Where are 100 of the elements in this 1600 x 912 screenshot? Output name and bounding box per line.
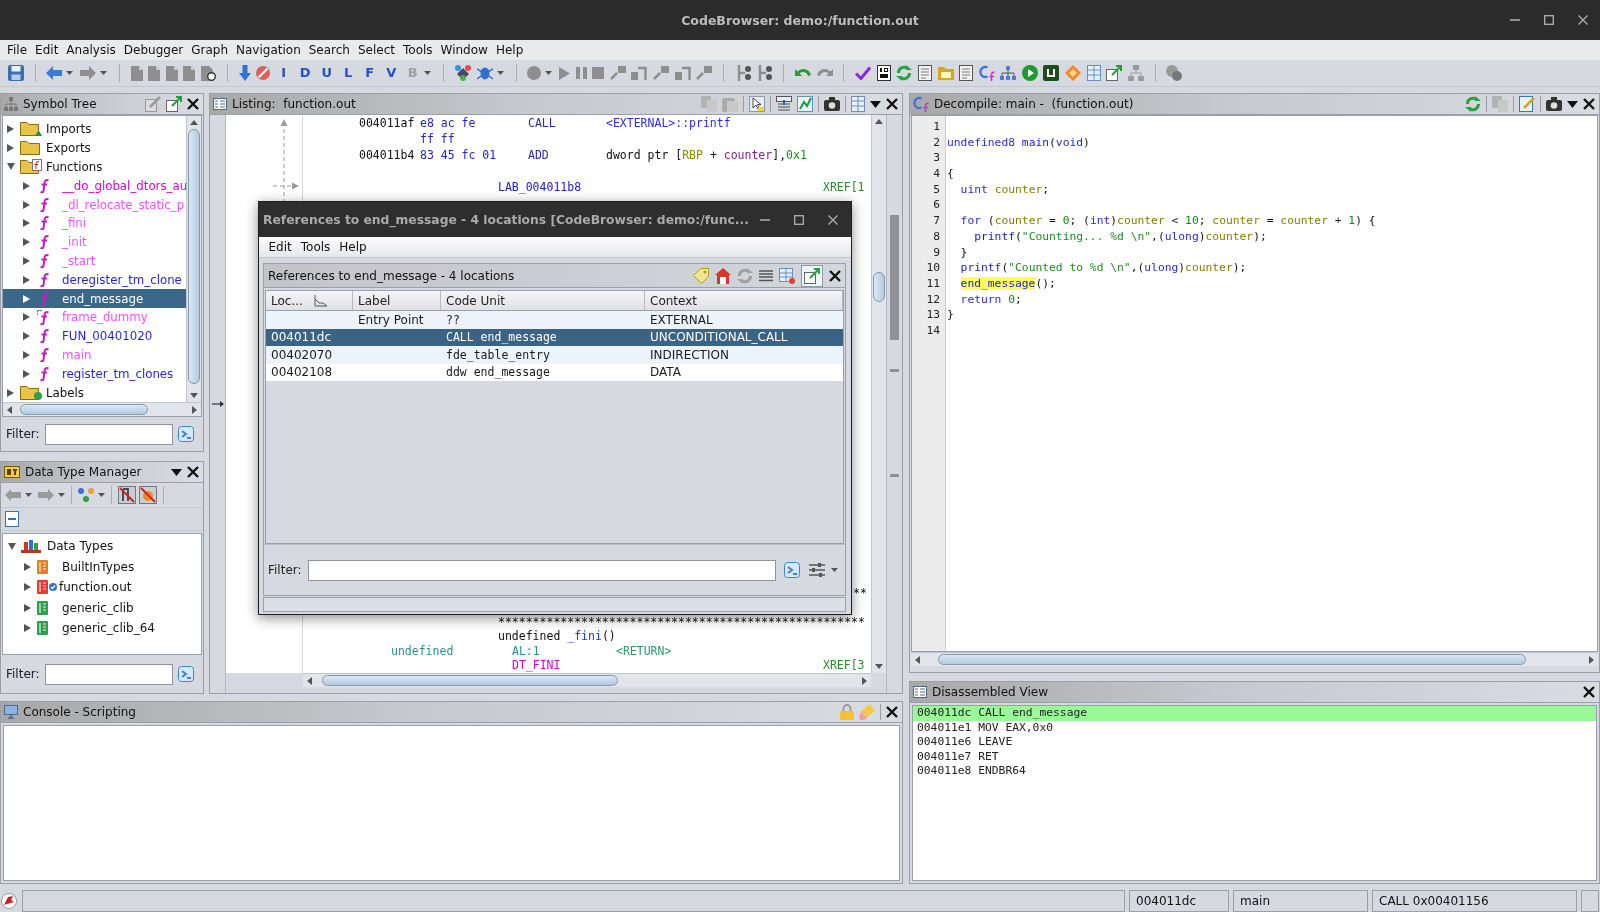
expand-caret-icon[interactable]: [24, 562, 31, 571]
scroll-arrow-icon[interactable]: [7, 405, 12, 414]
scrollbar[interactable]: [871, 115, 886, 673]
disassembly-line[interactable]: 004011e6 LEAVE: [917, 735, 1013, 750]
menu-item[interactable]: File: [3, 42, 32, 58]
document-icon[interactable]: [917, 65, 932, 81]
expand-caret-icon[interactable]: [23, 181, 30, 190]
overview-marker[interactable]: [890, 369, 899, 372]
checkmark-icon[interactable]: [855, 66, 872, 80]
expand-caret-icon[interactable]: [23, 238, 30, 247]
tile-icon[interactable]: [1043, 65, 1060, 81]
close-icon[interactable]: [1578, 15, 1588, 25]
maximize-icon[interactable]: [794, 214, 804, 225]
menu-item[interactable]: Graph: [187, 42, 232, 58]
page-icon[interactable]: [200, 65, 216, 81]
scroll-thumb[interactable]: [873, 272, 885, 302]
column-header[interactable]: Label: [353, 291, 441, 310]
scroll-arrow-icon[interactable]: [875, 119, 883, 124]
filter-field[interactable]: [44, 423, 173, 445]
sort-icon[interactable]: [313, 294, 328, 307]
table-icon[interactable]: [779, 267, 795, 284]
branch-icon[interactable]: [756, 65, 773, 81]
scroll-arrow-icon[interactable]: [190, 120, 198, 125]
hierarchy-icon[interactable]: [1000, 66, 1017, 80]
bug-icon[interactable]: [476, 66, 493, 80]
expand-caret-icon[interactable]: [23, 313, 30, 322]
tree-item[interactable]: register_tm_clones: [23, 364, 174, 384]
export-icon[interactable]: [166, 96, 182, 112]
tree-item[interactable]: BuiltInTypes: [24, 556, 135, 577]
menu-item[interactable]: Edit: [31, 42, 63, 58]
table-icon[interactable]: [851, 96, 865, 112]
expand-caret-icon[interactable]: [23, 200, 30, 209]
camera-icon[interactable]: [1546, 97, 1562, 111]
collapse-icon[interactable]: [5, 511, 19, 527]
tree-item[interactable]: Functions: [7, 157, 103, 177]
scroll-arrow-icon[interactable]: [915, 655, 920, 664]
tree-item[interactable]: FUN_00401020: [23, 326, 153, 346]
filter-field[interactable]: [44, 663, 173, 685]
expand-caret-icon[interactable]: [24, 603, 31, 612]
tree-item[interactable]: Exports: [7, 138, 91, 158]
expand-caret-icon[interactable]: [7, 388, 14, 397]
binary-icon[interactable]: [876, 65, 891, 81]
tree-item[interactable]: generic_clib: [24, 597, 134, 618]
toolbar-button[interactable]: D: [296, 65, 314, 81]
tree-item[interactable]: Labels: [7, 383, 84, 402]
dropdown-caret-icon[interactable]: [171, 468, 182, 476]
column-header[interactable]: Code Unit: [441, 291, 645, 310]
close-icon[interactable]: [886, 706, 898, 718]
filter-icon[interactable]: [783, 562, 800, 578]
column-header[interactable]: Context: [645, 291, 843, 310]
scrollbar[interactable]: [911, 652, 1598, 666]
toolbar-button[interactable]: U: [318, 65, 336, 81]
filter-icon[interactable]: [177, 426, 194, 442]
filter-field[interactable]: [307, 559, 776, 581]
sliders-icon[interactable]: [808, 563, 825, 577]
expand-caret-icon[interactable]: [23, 332, 30, 341]
expand-caret-icon[interactable]: [7, 163, 15, 171]
tree-item[interactable]: Data Types: [8, 536, 114, 557]
chart-icon[interactable]: [797, 96, 813, 112]
edit-icon[interactable]: [1519, 96, 1535, 112]
expand-caret-icon[interactable]: [23, 219, 30, 228]
expand-caret-icon[interactable]: [23, 294, 30, 303]
scrollbar[interactable]: [3, 402, 201, 416]
scroll-thumb[interactable]: [938, 654, 1526, 665]
scrollbar[interactable]: [303, 673, 871, 687]
menu-item[interactable]: Tools: [399, 42, 437, 58]
dropdown-caret-icon[interactable]: [1567, 100, 1578, 108]
column-header[interactable]: Loc...: [266, 291, 353, 310]
scroll-thumb[interactable]: [20, 404, 148, 415]
scroll-thumb[interactable]: [322, 675, 618, 686]
toolbar-button[interactable]: L: [339, 65, 357, 81]
scroll-arrow-icon[interactable]: [1589, 655, 1594, 664]
nodes-icon[interactable]: [78, 488, 94, 502]
close-icon[interactable]: [187, 466, 199, 478]
filter-icon[interactable]: [177, 666, 194, 682]
crossed-box-icon[interactable]: [118, 486, 136, 504]
camera-icon[interactable]: [824, 97, 840, 111]
scroll-thumb[interactable]: [188, 129, 200, 384]
disassembly-line[interactable]: 004011e7 RET: [917, 749, 999, 765]
close-icon[interactable]: [187, 98, 199, 110]
menu-item[interactable]: Search: [304, 42, 354, 58]
overview-marker[interactable]: [890, 474, 899, 477]
save-icon[interactable]: [7, 65, 24, 81]
expand-caret-icon[interactable]: [7, 144, 14, 153]
close-icon[interactable]: [828, 214, 838, 225]
expand-caret-icon[interactable]: [23, 350, 30, 359]
close-icon[interactable]: [829, 269, 841, 282]
tree-item[interactable]: generic_clib_64: [24, 618, 155, 639]
menu-item[interactable]: Help: [334, 239, 372, 255]
scrollbar[interactable]: [186, 116, 201, 402]
minimize-icon[interactable]: [760, 218, 770, 221]
play-circle-icon[interactable]: [1021, 65, 1038, 81]
disassembly-line[interactable]: 004011e8 ENDBR64: [917, 764, 1026, 779]
crossed-box-icon[interactable]: [139, 486, 157, 504]
table-row[interactable]: 00402070 fde_table_entry INDIRECTION: [266, 346, 843, 364]
close-icon[interactable]: [1583, 98, 1595, 110]
toolbar-button[interactable]: F: [361, 65, 379, 81]
expand-caret-icon[interactable]: [23, 275, 30, 284]
maximize-icon[interactable]: [1544, 15, 1554, 25]
expand-caret-icon[interactable]: [24, 624, 31, 633]
